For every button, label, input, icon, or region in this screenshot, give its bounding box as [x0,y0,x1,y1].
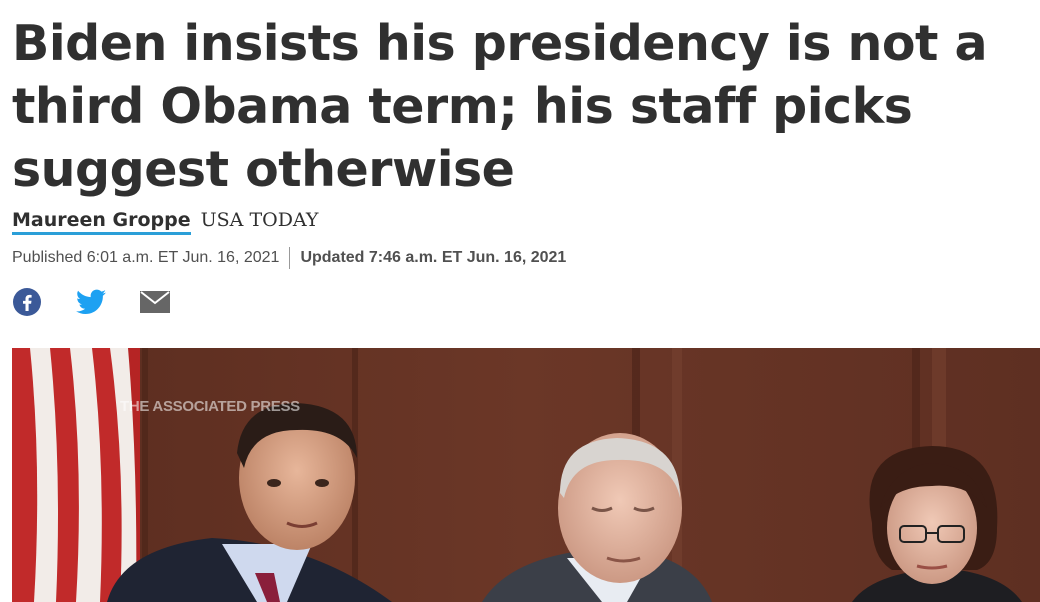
share-bar [12,287,170,317]
photo-watermark: THE ASSOCIATED PRESS [120,398,300,415]
article-headline: Biden insists his presidency is not a th… [12,15,988,198]
updated-date: Updated 7:46 a.m. ET Jun. 16, 2021 [300,249,567,266]
twitter-share-button[interactable] [76,287,106,317]
lead-photo[interactable]: THE ASSOCIATED PRESS [12,348,1040,602]
flag [12,348,140,602]
date-divider [289,247,291,269]
published-date: Published 6:01 a.m. ET Jun. 16, 2021 [12,249,280,266]
author-link[interactable]: Maureen Groppe [12,208,191,235]
facebook-icon [13,288,41,316]
email-share-button[interactable] [140,287,170,317]
photo-illustration [12,348,1040,602]
byline: Maureen Groppe USA TODAY [12,208,318,235]
facebook-share-button[interactable] [12,287,42,317]
outlet-name: USA TODAY [200,209,319,231]
article-dates: Published 6:01 a.m. ET Jun. 16, 2021 Upd… [12,247,566,269]
twitter-icon [76,289,106,314]
email-icon [140,291,170,313]
